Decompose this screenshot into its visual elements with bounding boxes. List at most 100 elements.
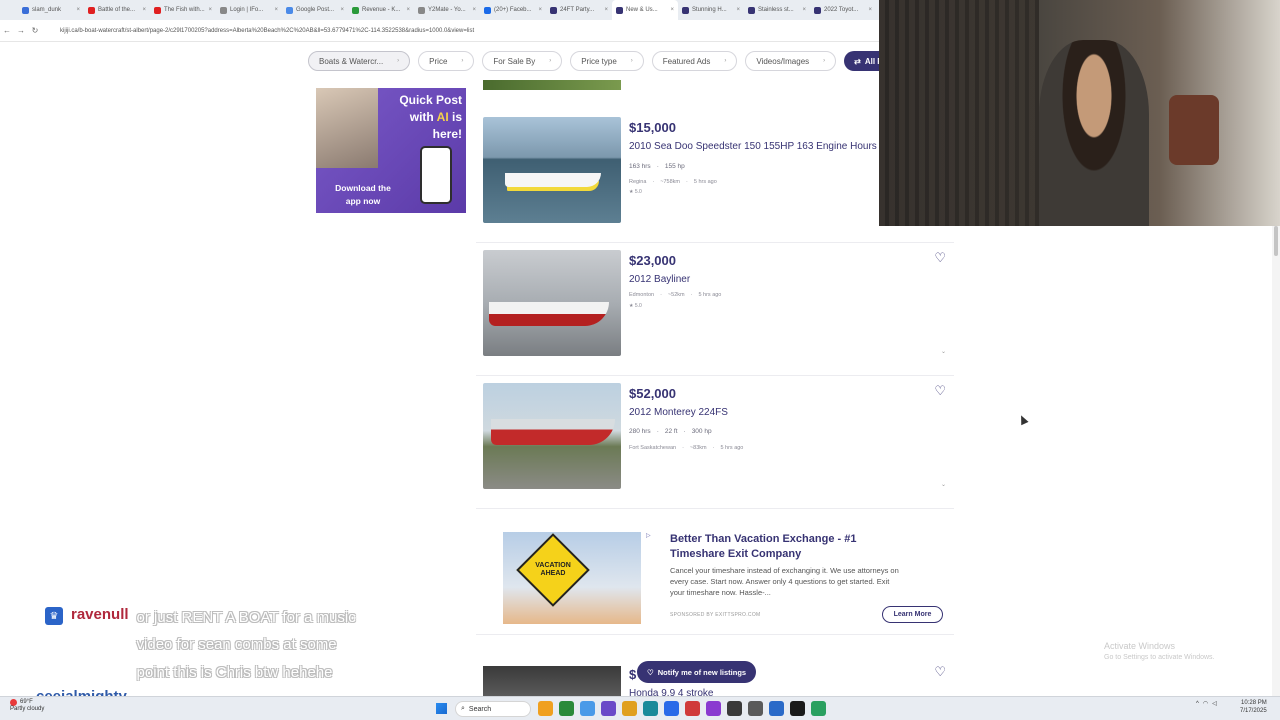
close-icon[interactable]: × — [340, 7, 344, 13]
taskbar-clock[interactable]: 10:28 PM 7/17/2025 — [1240, 700, 1267, 716]
taskbar-app-icon[interactable] — [748, 701, 763, 716]
listing-thumbnail[interactable] — [483, 117, 621, 223]
url-field[interactable]: kijiji.ca/b-boat-watercraft/st-albert/pa… — [60, 28, 474, 34]
listing-price: $ — [629, 667, 637, 682]
reload-icon[interactable]: ↻ — [28, 26, 42, 35]
notify-label: Notify me of new listings — [657, 667, 747, 677]
taskbar-app-icon[interactable] — [559, 701, 574, 716]
heart-icon[interactable]: ♡ — [934, 383, 946, 399]
taskbar-app-icon[interactable] — [790, 701, 805, 716]
heart-icon[interactable]: ♡ — [934, 664, 946, 680]
chevron-down-icon[interactable]: ⌄ — [941, 481, 946, 488]
close-icon[interactable]: × — [142, 7, 146, 13]
taskbar-app-icon[interactable] — [769, 701, 784, 716]
browser-tab[interactable]: 2022 Toyot... × — [810, 0, 876, 20]
listing-thumbnail[interactable] — [483, 383, 621, 489]
seller-rating: ★ 5.0 — [629, 189, 642, 195]
listing-thumbnail[interactable] — [483, 666, 621, 696]
browser-tab[interactable]: Google Post... × — [282, 0, 348, 20]
close-icon[interactable]: × — [274, 7, 278, 13]
forward-icon[interactable]: → — [14, 26, 28, 35]
streamer — [1039, 40, 1149, 226]
webcam-overlay — [879, 0, 1280, 226]
close-icon[interactable]: × — [406, 7, 410, 13]
browser-tab[interactable]: (20+) Faceb... × — [480, 0, 546, 20]
close-icon[interactable]: × — [208, 7, 212, 13]
chevron-down-icon[interactable]: ⌄ — [941, 348, 946, 355]
browser-tab[interactable]: slam_dunk × — [18, 0, 84, 20]
app-promo-banner[interactable]: Quick Post with AI is here! Download the… — [316, 88, 466, 213]
close-icon[interactable]: × — [802, 7, 806, 13]
adchoices-icon[interactable]: ▷ — [646, 532, 651, 539]
browser-tab[interactable]: Stunning H... × — [678, 0, 744, 20]
heart-icon[interactable]: ♡ — [934, 250, 946, 266]
notify-new-listings-button[interactable]: ♡ Notify me of new listings — [637, 661, 757, 683]
filter-chip-for-sale-by[interactable]: For Sale By › — [482, 51, 563, 71]
browser-tab[interactable]: The Fish with... × — [150, 0, 216, 20]
taskbar-app-icon[interactable] — [811, 701, 826, 716]
close-icon[interactable]: × — [76, 7, 80, 13]
ad-title[interactable]: Better Than Vacation Exchange - #1 Times… — [670, 532, 910, 562]
browser-tab[interactable]: 24FT Party... × — [546, 0, 612, 20]
speaker-icon[interactable]: ◁ — [1212, 700, 1217, 707]
filter-chip-featured-ads[interactable]: Featured Ads › — [651, 51, 738, 71]
scrollbar[interactable] — [1272, 226, 1280, 696]
taskbar-search[interactable]: ⌕ Search — [455, 701, 531, 717]
listing-specs: 163 hrs · 155 hp — [629, 163, 685, 170]
close-icon[interactable]: × — [538, 7, 542, 13]
browser-tab[interactable]: Stainless st... × — [744, 0, 810, 20]
taskbar-app-icon[interactable] — [685, 701, 700, 716]
chevron-up-icon[interactable]: ^ — [1196, 701, 1199, 707]
listing-thumbnail-partial[interactable] — [483, 80, 621, 90]
filter-chip-label: Videos/Images — [756, 56, 810, 66]
listing-title[interactable]: 2010 Sea Doo Speedster 150 155HP 163 Eng… — [629, 141, 877, 152]
ad-image[interactable]: VACATION AHEAD — [503, 532, 641, 624]
sliders-icon: ⇄ — [854, 56, 861, 66]
close-icon[interactable]: × — [670, 7, 674, 13]
taskbar-app-icon[interactable] — [601, 701, 616, 716]
sponsored-ad[interactable]: VACATION AHEAD ▷ Better Than Vacation Ex… — [476, 520, 954, 635]
listing-title[interactable]: 2012 Bayliner — [629, 274, 690, 285]
browser-tab[interactable]: New & Us... × — [612, 0, 678, 20]
taskbar-app-icon[interactable] — [664, 701, 679, 716]
chevron-right-icon: › — [630, 58, 633, 64]
road-sign-text: VACATION AHEAD — [535, 562, 571, 578]
browser-tab[interactable]: Login | IFo... × — [216, 0, 282, 20]
browser-tab[interactable]: Battle of the... × — [84, 0, 150, 20]
promo-headline: Quick Post with AI is here! — [382, 92, 462, 142]
back-icon[interactable]: ← — [0, 26, 14, 35]
listing-specs: 280 hrs · 22 ft · 300 hp — [629, 428, 712, 435]
listing-card[interactable]: $52,000 2012 Monterey 224FS 280 hrs · 22 f… — [476, 383, 954, 509]
browser-tab[interactable]: Y2Mate - Yo... × — [414, 0, 480, 20]
listing-thumbnail[interactable] — [483, 250, 621, 356]
system-tray[interactable]: ^ ◠ ◁ — [1196, 700, 1217, 708]
close-icon[interactable]: × — [868, 7, 872, 13]
learn-more-button[interactable]: Learn More — [882, 606, 943, 623]
listing-card[interactable]: $23,000 2012 Bayliner Edmonton · ~52km · 5 h… — [476, 250, 954, 376]
filter-chip-price-type[interactable]: Price type › — [570, 51, 644, 71]
listing-title[interactable]: 2012 Monterey 224FS — [629, 407, 728, 418]
taskbar-app-icon[interactable] — [643, 701, 658, 716]
taskbar-app-icon[interactable] — [580, 701, 595, 716]
crown-icon: ♛ — [45, 607, 63, 625]
taskbar-app-icon[interactable] — [706, 701, 721, 716]
weather-widget[interactable]: 69°F Partly cloudy — [10, 699, 44, 713]
filter-chip-category[interactable]: Boats & Watercr... › — [308, 51, 411, 71]
wifi-icon[interactable]: ◠ — [1203, 700, 1208, 707]
browser-tab[interactable]: Revenue - K... × — [348, 0, 414, 20]
scrollbar-thumb[interactable] — [1274, 226, 1278, 256]
tab-favicon-icon — [220, 6, 227, 14]
filter-chip-price[interactable]: Price › — [418, 51, 475, 71]
listing-location: Fort Saskatchewan · ~83km · 5 hrs ago — [629, 445, 744, 451]
close-icon[interactable]: × — [604, 7, 608, 13]
listing-price: $15,000 — [629, 120, 676, 135]
filter-chip-videos-images[interactable]: Videos/Images › — [745, 51, 837, 71]
chat-message: ♛ ravenull or just RENT A BOAT for a mus… — [45, 604, 367, 686]
taskbar-app-icon[interactable] — [622, 701, 637, 716]
close-icon[interactable]: × — [736, 7, 740, 13]
promo-cta: Download the app now — [335, 183, 391, 207]
taskbar-app-icon[interactable] — [727, 701, 742, 716]
taskbar-app-icon[interactable] — [538, 701, 553, 716]
windows-start-icon[interactable] — [436, 703, 447, 714]
close-icon[interactable]: × — [472, 7, 476, 13]
